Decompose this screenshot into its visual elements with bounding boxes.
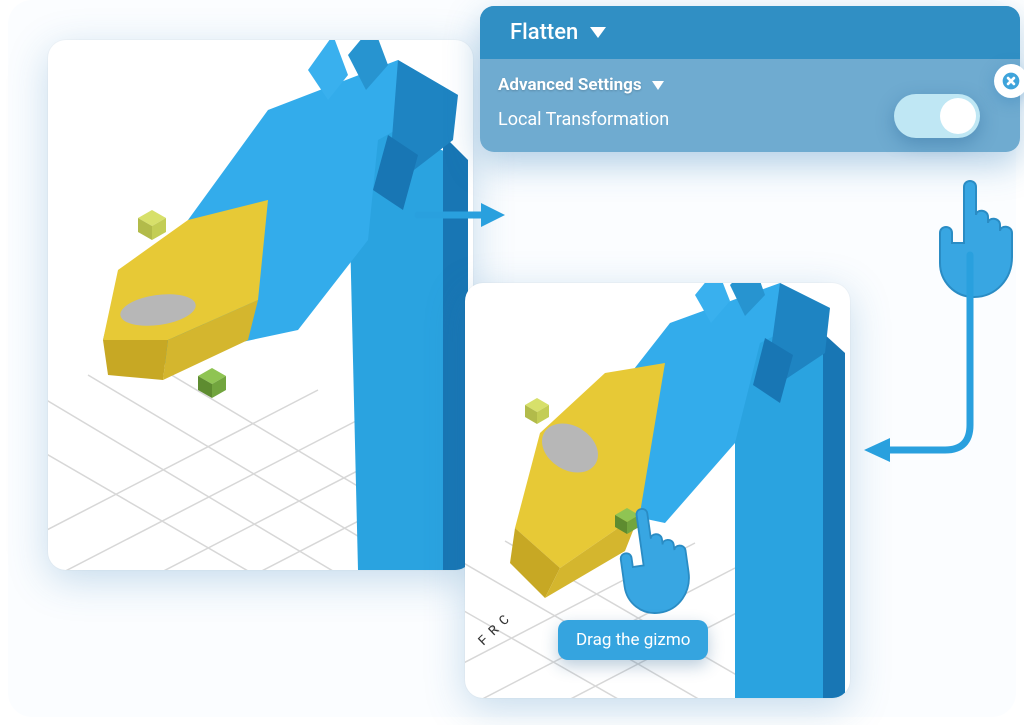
toggle-knob <box>940 98 976 134</box>
section-advanced-settings[interactable]: Advanced Settings <box>498 75 994 95</box>
chevron-down-icon <box>590 27 606 38</box>
close-button[interactable] <box>994 64 1024 98</box>
panel-title: Flatten <box>510 20 578 45</box>
local-transformation-toggle[interactable] <box>894 94 980 138</box>
chevron-down-icon <box>652 81 664 90</box>
giraffe-model-before-icon <box>48 40 473 570</box>
viewport-before[interactable] <box>48 40 473 570</box>
settings-panel: Flatten Advanced Settings Local Transfor… <box>480 6 1020 152</box>
setting-label: Local Transformation <box>498 109 669 130</box>
section-label: Advanced Settings <box>498 75 642 95</box>
panel-header[interactable]: Flatten <box>480 6 1020 59</box>
arrow-right-icon <box>413 195 508 235</box>
tooltip-text: Drag the gizmo <box>576 630 690 650</box>
close-icon <box>1001 71 1021 91</box>
arrow-curve-icon <box>850 245 1000 495</box>
tooltip-drag-gizmo: Drag the gizmo <box>558 620 708 660</box>
